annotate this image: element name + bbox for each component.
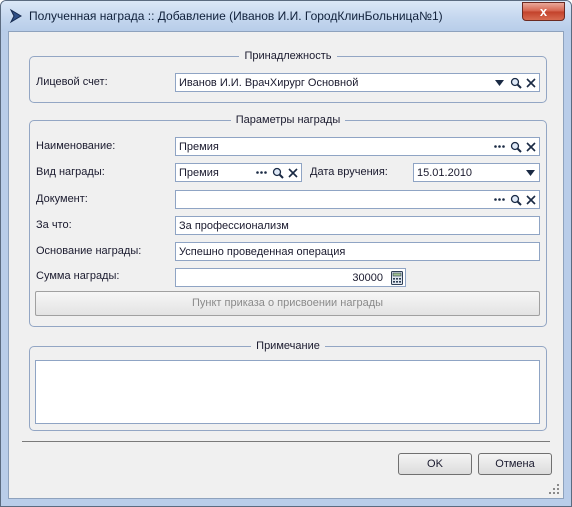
award-type-value: Премия (179, 167, 219, 179)
notes-legend: Примечание (256, 340, 320, 352)
award-type-field[interactable]: Премия (175, 163, 302, 182)
window-close-button[interactable]: x (522, 2, 565, 21)
award-date-value: 15.01.2010 (417, 167, 473, 179)
footer-separator (22, 441, 550, 442)
basis-label: Основание награды: (36, 245, 142, 257)
chevron-down-icon[interactable] (492, 75, 507, 90)
clear-x-icon[interactable] (523, 192, 538, 207)
clear-x-icon[interactable] (523, 139, 538, 154)
award-date-field[interactable]: 15.01.2010 (413, 163, 540, 182)
order-item-button[interactable]: Пункт приказа о присвоении награды (35, 291, 540, 316)
chevron-down-icon[interactable] (523, 165, 538, 180)
ellipsis-icon[interactable] (492, 192, 507, 207)
ellipsis-icon[interactable] (492, 139, 507, 154)
belonging-legend: Принадлежность (244, 50, 332, 62)
clear-x-icon[interactable] (285, 165, 300, 180)
dialog-window: Полученная награда :: Добавление (Иванов… (0, 0, 572, 507)
amount-label: Сумма награды: (36, 270, 120, 282)
account-label: Лицевой счет: (36, 76, 108, 88)
app-arrow-icon (8, 8, 24, 24)
account-value: Иванов И.И. ВрачХирург Основной (179, 77, 359, 89)
for-what-value: За профессионализм (179, 220, 289, 232)
ok-button[interactable]: OK (398, 453, 472, 475)
name-field[interactable]: Премия (175, 137, 540, 156)
amount-field[interactable]: 30000 (175, 268, 406, 287)
document-label: Документ: (36, 193, 88, 205)
search-icon[interactable] (508, 192, 523, 207)
ellipsis-icon[interactable] (254, 165, 269, 180)
account-field[interactable]: Иванов И.И. ВрачХирург Основной (175, 73, 540, 92)
resize-grip-icon[interactable] (548, 483, 560, 495)
name-value: Премия (179, 141, 219, 153)
name-label: Наименование: (36, 140, 116, 152)
basis-field[interactable]: Успешно проведенная операция (175, 242, 540, 261)
search-icon[interactable] (270, 165, 285, 180)
params-legend: Параметры награды (235, 114, 341, 126)
notes-textarea[interactable] (35, 360, 540, 424)
amount-value: 30000 (352, 272, 383, 284)
dialog-client-area: Принадлежность Лицевой счет: Иванов И.И.… (8, 31, 564, 499)
award-type-label: Вид награды: (36, 166, 105, 178)
award-date-label: Дата вручения: (310, 166, 388, 178)
clear-x-icon[interactable] (523, 75, 538, 90)
cancel-button[interactable]: Отмена (478, 453, 552, 475)
title-bar[interactable]: Полученная награда :: Добавление (Иванов… (1, 1, 571, 31)
for-what-field[interactable]: За профессионализм (175, 216, 540, 235)
search-icon[interactable] (508, 139, 523, 154)
for-what-label: За что: (36, 219, 72, 231)
calculator-icon[interactable] (389, 270, 404, 285)
search-icon[interactable] (508, 75, 523, 90)
basis-value: Успешно проведенная операция (179, 246, 346, 258)
document-field[interactable] (175, 190, 540, 209)
window-title: Полученная награда :: Добавление (Иванов… (29, 9, 443, 23)
